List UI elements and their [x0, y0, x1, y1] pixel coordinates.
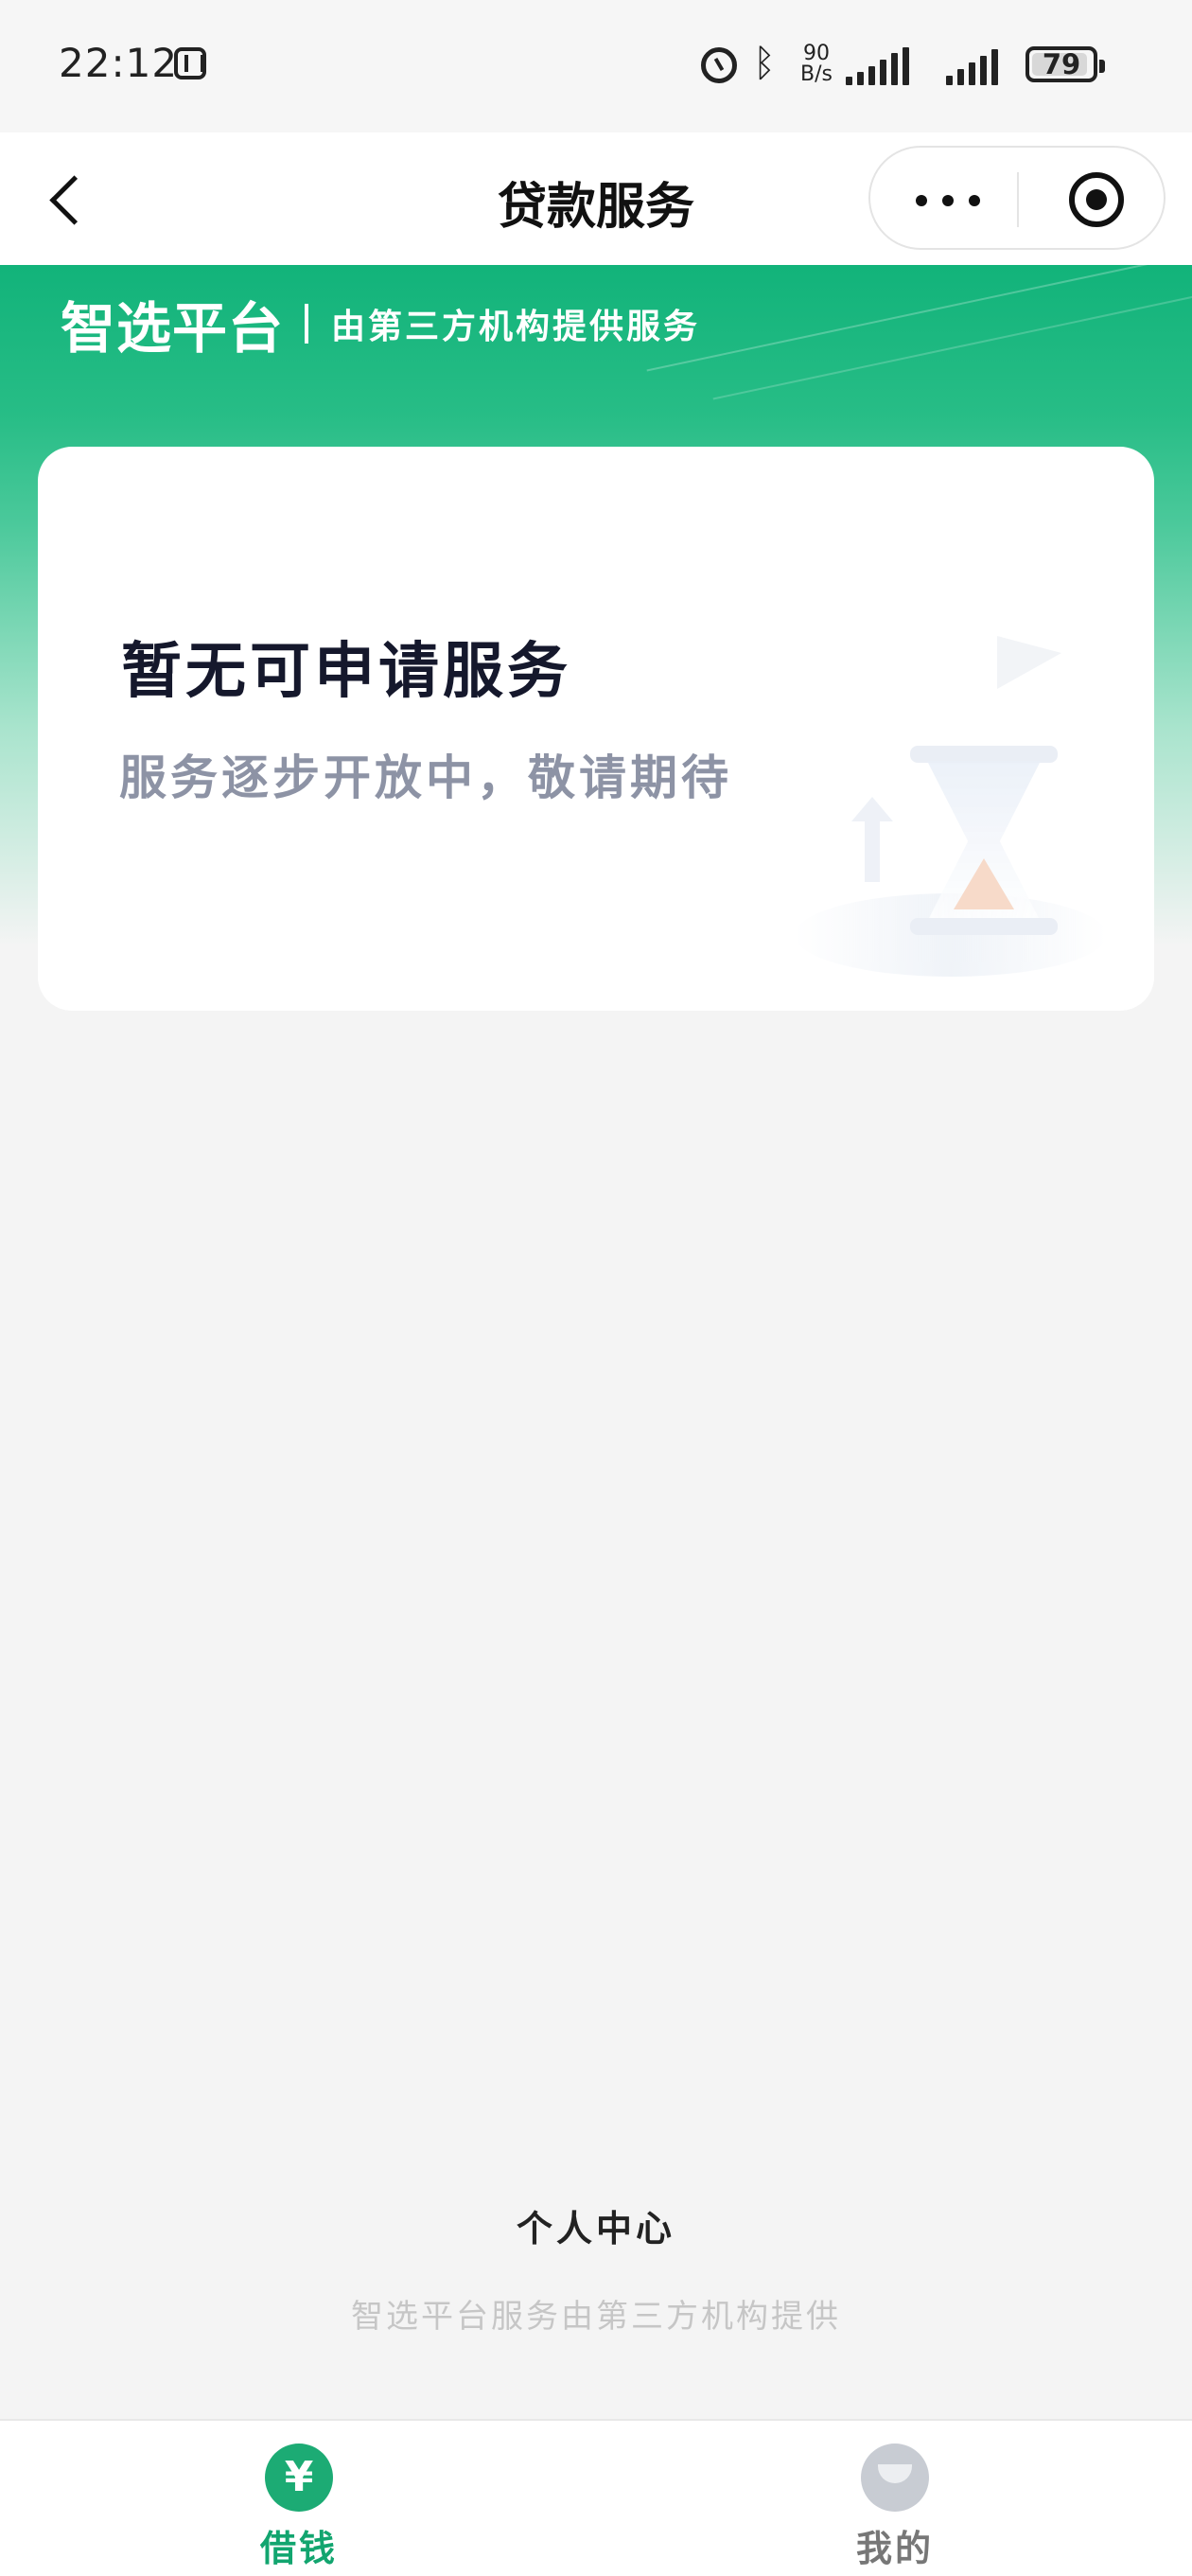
tab-borrow[interactable]: ¥ 借钱 [223, 2432, 375, 2569]
more-icon[interactable] [916, 191, 984, 208]
network-speed: 90 B/s [800, 42, 833, 86]
status-time: 22:12 [59, 40, 179, 86]
empty-state-title: 暂无可申请服务 [121, 636, 571, 707]
hourglass-bottom-cap [910, 918, 1058, 935]
brand-subtitle: 由第三方机构提供服务 [331, 307, 701, 346]
capsule-divider [1017, 172, 1019, 227]
target-icon[interactable] [1069, 172, 1124, 227]
tab-borrow-label: 借钱 [259, 2527, 338, 2569]
brand-row: 智选平台 由第三方机构提供服务 [61, 284, 700, 363]
status-bar: 22:12 ᛒ 90 B/s 79 [0, 0, 1192, 132]
user-icon [861, 2444, 929, 2512]
brand-logo: 智选平台 [61, 296, 285, 361]
hourglass-icon [795, 731, 1107, 977]
battery-icon: 79 [1025, 46, 1105, 82]
empty-state-subtitle: 服务逐步开放中，敬请期待 [119, 750, 732, 805]
bottom-tabbar: ¥ 借钱 我的 [0, 2419, 1192, 2576]
signal-icon [946, 45, 1016, 85]
mini-program-capsule [868, 146, 1166, 250]
bluetooth-icon: ᛒ [753, 42, 776, 85]
alarm-icon [701, 47, 737, 83]
battery-percentage: 79 [1042, 48, 1081, 80]
service-provider-note: 智选平台服务由第三方机构提供 [351, 2298, 841, 2336]
paper-plane-icon [995, 634, 1061, 689]
hourglass-top-cap [910, 746, 1058, 763]
tab-mine[interactable]: 我的 [819, 2432, 971, 2569]
personal-center-link[interactable]: 个人中心 [0, 2199, 1192, 2251]
yen-icon: ¥ [265, 2444, 333, 2512]
up-arrow-icon [851, 797, 893, 882]
nfc-icon [174, 47, 206, 79]
brand-divider [305, 304, 309, 344]
signal-icon [846, 45, 916, 85]
tab-mine-label: 我的 [855, 2527, 934, 2569]
empty-state-card: 暂无可申请服务 服务逐步开放中，敬请期待 [38, 447, 1154, 1011]
top-navigation-bar: 贷款服务 [0, 132, 1192, 265]
